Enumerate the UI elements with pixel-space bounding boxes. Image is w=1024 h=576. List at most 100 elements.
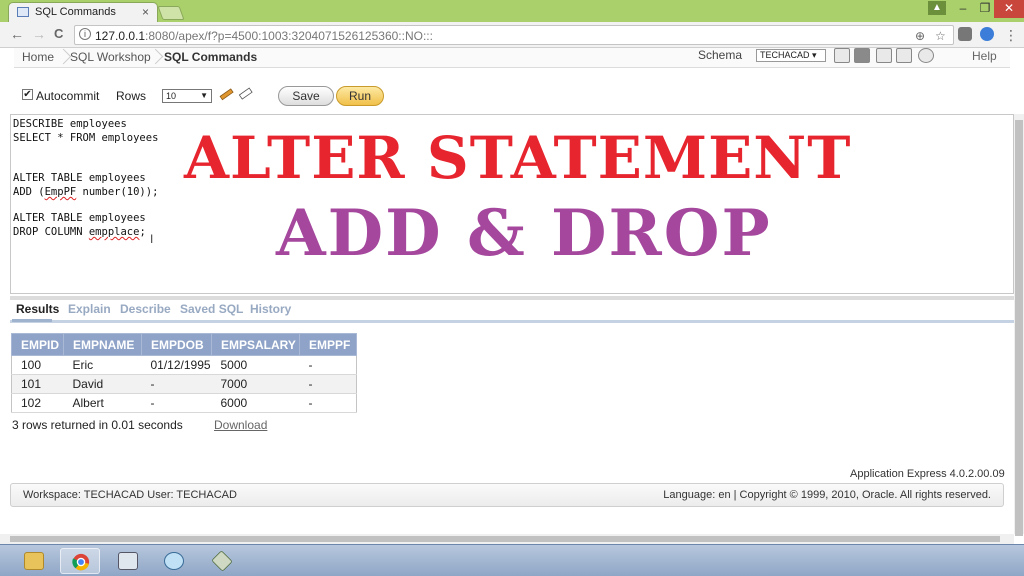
table-cell: Eric xyxy=(63,355,142,375)
back-icon[interactable]: ← xyxy=(10,26,24,42)
editor-resize-handle[interactable] xyxy=(10,296,1014,300)
schema-select[interactable]: TECHACAD ▾ xyxy=(756,49,826,62)
rows-select[interactable]: 10 ▼ xyxy=(162,89,212,103)
table-row: 102 Albert - 6000 - xyxy=(11,393,357,413)
table-row: 100 Eric 01/12/1995 5000 - xyxy=(11,355,357,375)
breadcrumb-separator-icon xyxy=(150,48,160,66)
code-line: ALTER TABLE employees xyxy=(13,172,146,184)
column-header: EMPSALARY xyxy=(211,333,300,356)
reload-icon[interactable]: C xyxy=(54,26,63,41)
autocommit-checkbox[interactable]: ✔ xyxy=(22,89,33,100)
text-cursor-icon: I xyxy=(150,232,154,246)
address-bar[interactable]: i 127.0.0.1:8080/apex/f?p=4500:1003:3204… xyxy=(74,25,954,45)
column-header: EMPID xyxy=(11,333,64,356)
browser-tab[interactable]: SQL Commands × xyxy=(8,2,158,22)
bookmark-star-icon[interactable]: ☆ xyxy=(935,29,946,43)
chrome-icon xyxy=(72,553,90,571)
page-favicon-icon xyxy=(17,7,29,17)
table-cell: - xyxy=(299,393,357,413)
apex-header: Home SQL Workshop SQL Commands Schema TE… xyxy=(14,48,1010,68)
table-header-row: EMPID EMPNAME EMPDOB EMPSALARY EMPPF xyxy=(11,333,357,356)
run-button[interactable]: Run xyxy=(336,86,384,106)
folder-icon xyxy=(24,552,44,570)
tab-describe[interactable]: Describe xyxy=(120,302,171,316)
extension-icon[interactable] xyxy=(958,27,972,41)
extension-blue-icon[interactable] xyxy=(980,27,994,41)
tab-results[interactable]: Results xyxy=(16,302,59,316)
tab-explain[interactable]: Explain xyxy=(68,302,111,316)
query-builder-icon[interactable] xyxy=(834,48,850,63)
taskbar-app-window[interactable] xyxy=(108,548,148,574)
url-text: 127.0.0.1:8080/apex/f?p=4500:1003:320407… xyxy=(95,29,433,43)
table-cell: 7000 xyxy=(211,374,300,394)
window-icon xyxy=(118,552,138,570)
table-cell: - xyxy=(141,393,212,413)
table-cell: - xyxy=(299,374,357,394)
table-cell: 01/12/1995 xyxy=(141,355,212,375)
sql-scripts-icon[interactable] xyxy=(876,48,892,63)
browser-title-bar: SQL Commands × ▲ – ❐ ✕ xyxy=(0,0,1024,22)
rows-returned-text: 3 rows returned in 0.01 seconds xyxy=(12,418,183,432)
code-line: DESCRIBE employees xyxy=(13,118,127,130)
tab-history[interactable]: History xyxy=(250,302,291,316)
table-cell: Albert xyxy=(63,393,142,413)
table-cell: 100 xyxy=(11,355,64,375)
table-cell: - xyxy=(141,374,212,394)
taskbar-file-explorer[interactable] xyxy=(14,548,54,574)
browser-toolbar: ← → C i 127.0.0.1:8080/apex/f?p=4500:100… xyxy=(0,22,1024,48)
scrollbar-thumb[interactable] xyxy=(10,536,1000,542)
minimize-button[interactable]: – xyxy=(952,0,974,18)
breadcrumb-sql-workshop[interactable]: SQL Workshop xyxy=(70,50,151,64)
copyright-text: Language: en | Copyright © 1999, 2010, O… xyxy=(663,489,991,501)
scrollbar-thumb[interactable] xyxy=(1015,120,1023,536)
pencil-icon[interactable] xyxy=(217,86,237,102)
object-browser-icon[interactable] xyxy=(854,48,870,63)
rows-label: Rows xyxy=(116,89,147,103)
table-cell: 6000 xyxy=(211,393,300,413)
site-info-icon[interactable]: i xyxy=(79,28,91,40)
page-footer: Workspace: TECHACAD User: TECHACAD Langu… xyxy=(10,483,1004,507)
tool-icon xyxy=(211,550,233,572)
os-taskbar xyxy=(0,544,1024,576)
maximize-button[interactable]: ❐ xyxy=(974,0,996,18)
taskbar-tool[interactable] xyxy=(202,548,242,574)
code-line: DROP COLUMN empplace; xyxy=(13,226,146,238)
new-tab-button[interactable] xyxy=(157,6,185,20)
column-header: EMPPF xyxy=(299,333,357,356)
table-cell: David xyxy=(63,374,142,394)
workspace-info: Workspace: TECHACAD User: TECHACAD xyxy=(23,489,237,501)
settings-gear-icon[interactable] xyxy=(918,48,934,63)
taskbar-chrome[interactable] xyxy=(60,548,100,574)
menu-icon[interactable]: ⋮ xyxy=(1004,27,1018,44)
code-line: SELECT * FROM employees xyxy=(13,132,159,144)
table-cell: 5000 xyxy=(211,355,300,375)
column-header: EMPDOB xyxy=(141,333,212,356)
user-profile-icon[interactable]: ▲ xyxy=(928,1,946,15)
utilities-icon[interactable] xyxy=(896,48,912,63)
table-cell: 101 xyxy=(11,374,64,394)
results-table: EMPID EMPNAME EMPDOB EMPSALARY EMPPF 100… xyxy=(11,333,357,413)
tab-underline xyxy=(10,320,1014,323)
tab-title: SQL Commands xyxy=(35,6,116,18)
save-button[interactable]: Save xyxy=(278,86,334,106)
vertical-scrollbar[interactable] xyxy=(1014,114,1024,536)
eraser-icon[interactable] xyxy=(237,86,255,102)
version-text: Application Express 4.0.2.00.09 xyxy=(850,468,1005,480)
magnifier-icon xyxy=(164,552,184,570)
code-line: ADD (EmpPF number(10)); xyxy=(13,186,159,198)
forward-icon[interactable]: → xyxy=(32,26,46,42)
breadcrumb-sql-commands: SQL Commands xyxy=(164,50,258,64)
autocommit-label: Autocommit xyxy=(36,89,100,103)
zoom-icon[interactable]: ⊕ xyxy=(915,29,925,43)
taskbar-magnifier[interactable] xyxy=(154,548,194,574)
horizontal-scrollbar[interactable] xyxy=(0,534,1014,544)
help-link[interactable]: Help xyxy=(972,49,997,63)
download-link[interactable]: Download xyxy=(214,418,267,432)
table-cell: - xyxy=(299,355,357,375)
code-line: ALTER TABLE employees xyxy=(13,212,146,224)
tab-saved-sql[interactable]: Saved SQL xyxy=(180,302,243,316)
overlay-subtitle: ADD & DROP xyxy=(276,196,772,271)
tab-close-icon[interactable]: × xyxy=(142,5,149,19)
close-window-button[interactable]: ✕ xyxy=(994,0,1024,18)
breadcrumb-home[interactable]: Home xyxy=(22,50,54,64)
